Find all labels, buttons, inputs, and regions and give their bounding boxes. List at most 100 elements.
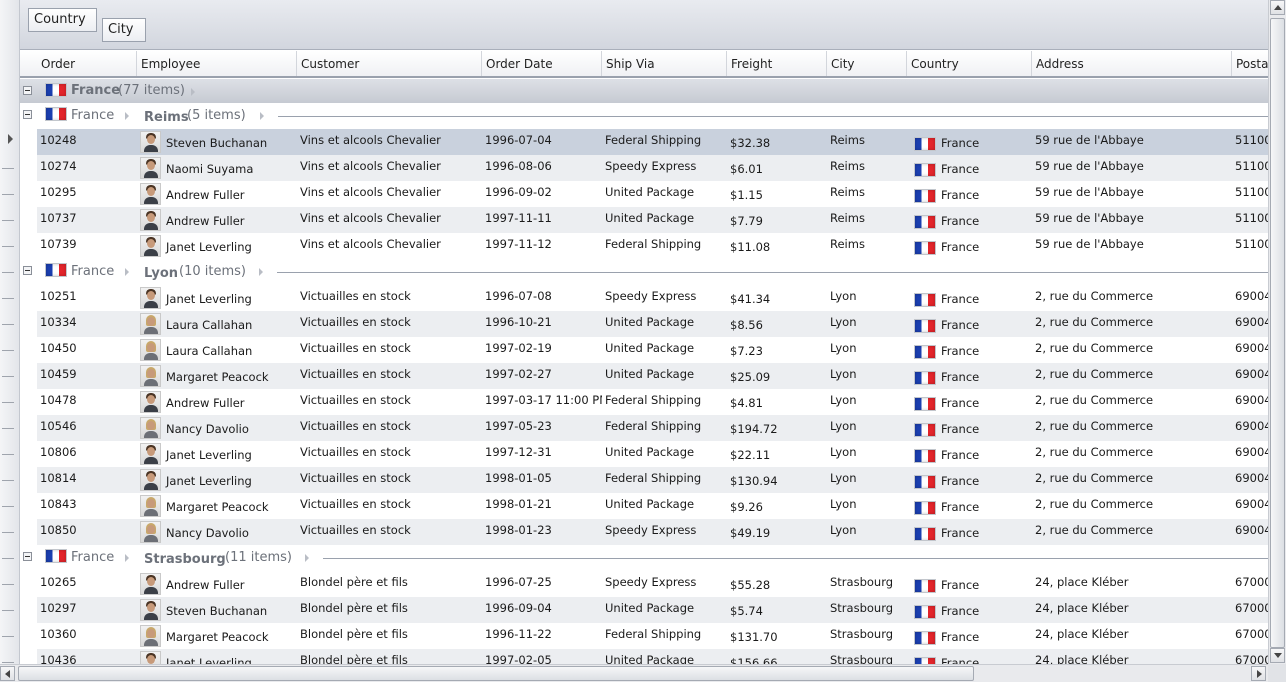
flag-france-icon xyxy=(914,240,936,255)
table-row[interactable]: 10843 Margaret Peacock Victuailles en stoc… xyxy=(20,493,1268,519)
table-row[interactable]: 10360 Margaret Peacock Blondel père et fil… xyxy=(20,623,1268,649)
cell-order: 10295 xyxy=(40,185,77,199)
employee-avatar xyxy=(140,391,161,413)
country-name: France xyxy=(941,214,980,228)
avatar-part xyxy=(144,613,158,620)
cell-ship-via: Federal Shipping xyxy=(605,133,702,147)
cell-ship-via: United Package xyxy=(605,367,695,381)
table-row[interactable]: 10806 Janet Leverling Victuailles en stock… xyxy=(20,441,1268,467)
vertical-scrollbar[interactable] xyxy=(1268,0,1286,664)
table-row[interactable]: 10814 Janet Leverling Victuailles en stock… xyxy=(20,467,1268,493)
scroll-right-button[interactable] xyxy=(1251,666,1266,681)
group-chip-country[interactable]: Country xyxy=(28,8,97,32)
employee-avatar xyxy=(140,131,161,153)
row-indicator-tick xyxy=(2,662,14,663)
cell-country: France xyxy=(907,129,1032,155)
horizontal-scrollbar[interactable] xyxy=(0,664,1268,682)
group-chip-city[interactable]: City xyxy=(102,18,146,42)
collapse-icon[interactable] xyxy=(23,266,32,275)
table-row[interactable]: 10248 Steven Buchanan Vins et alcools Chev… xyxy=(20,129,1268,155)
table-row[interactable]: 10450 Laura Callahan Victuailles en stock 1… xyxy=(20,337,1268,363)
country-name: France xyxy=(941,656,980,664)
group-label: France xyxy=(71,83,121,98)
cell-ship-via: Federal Shipping xyxy=(605,419,702,433)
avatar-part xyxy=(147,447,155,456)
table-row[interactable]: 10274 Naomi Suyama Vins et alcools Chevali… xyxy=(20,155,1268,181)
cell-employee: Janet Leverling xyxy=(137,233,297,259)
cell-postal: 67000 xyxy=(1235,575,1268,589)
header-customer[interactable]: Customer xyxy=(297,51,482,76)
table-row[interactable]: 10295 Andrew Fuller Vins et alcools Cheval… xyxy=(20,181,1268,207)
header-employee[interactable]: Employee xyxy=(137,51,297,76)
cell-address: 59 rue de l'Abbaye xyxy=(1035,159,1144,173)
row-indicator-tick xyxy=(2,584,14,585)
collapse-icon[interactable] xyxy=(23,552,32,561)
cell-country: France xyxy=(907,389,1032,415)
header-order[interactable]: Order xyxy=(37,51,137,76)
collapse-icon[interactable] xyxy=(23,86,32,95)
cell-customer: Victuailles en stock xyxy=(300,315,411,329)
cell-order: 10478 xyxy=(40,393,77,407)
table-row[interactable]: 10478 Andrew Fuller Victuailles en stock 19… xyxy=(20,389,1268,415)
table-row[interactable]: 10459 Margaret Peacock Victuailles en stoc… xyxy=(20,363,1268,389)
cell-ship-via: United Package xyxy=(605,601,695,615)
cell-postal: 67000 xyxy=(1235,627,1268,641)
employee-avatar xyxy=(140,417,161,439)
avatar-part xyxy=(144,249,158,256)
header-city[interactable]: City xyxy=(827,51,907,76)
country-name: France xyxy=(941,318,980,332)
employee-avatar xyxy=(140,365,161,387)
vertical-scroll-thumb[interactable] xyxy=(1270,18,1285,648)
flag-france-icon xyxy=(914,396,936,411)
cell-ship-via: United Package xyxy=(605,211,695,225)
employee-name: Andrew Fuller xyxy=(166,188,245,202)
employee-avatar xyxy=(140,235,161,257)
avatar-part xyxy=(147,473,155,482)
header-freight[interactable]: Freight xyxy=(727,51,827,76)
table-row[interactable]: 10251 Janet Leverling Victuailles en stock… xyxy=(20,285,1268,311)
country-name: France xyxy=(941,500,980,514)
cell-freight: $194.72 xyxy=(730,422,778,436)
collapse-icon[interactable] xyxy=(23,110,32,119)
cell-address: 24, place Kléber xyxy=(1035,575,1129,589)
country-name: France xyxy=(941,578,980,592)
scroll-up-button[interactable] xyxy=(1270,0,1285,15)
scroll-down-button[interactable] xyxy=(1270,648,1285,663)
cell-country: France xyxy=(907,415,1032,441)
cell-order-date: 1997-05-23 xyxy=(485,419,552,433)
table-row[interactable]: 10265 Andrew Fuller Blondel père et fils 19… xyxy=(20,571,1268,597)
cell-freight: $11.08 xyxy=(730,240,771,254)
table-row[interactable]: 10297 Steven Buchanan Blondel père et fils… xyxy=(20,597,1268,623)
row-indicator-tick xyxy=(2,194,14,195)
table-row[interactable]: 10739 Janet Leverling Vins et alcools Chev… xyxy=(20,233,1268,259)
cell-country: France xyxy=(907,181,1032,207)
header-ship-via[interactable]: Ship Via xyxy=(602,51,727,76)
cell-address: 59 rue de l'Abbaye xyxy=(1035,133,1144,147)
table-row[interactable]: 10737 Andrew Fuller Vins et alcools Cheval… xyxy=(20,207,1268,233)
cell-customer: Victuailles en stock xyxy=(300,367,411,381)
cell-postal: 67000 xyxy=(1235,653,1268,664)
chevron-right-icon xyxy=(125,112,129,120)
cell-order-date: 1996-07-08 xyxy=(485,289,552,303)
cell-ship-via: Federal Shipping xyxy=(605,393,702,407)
cell-order: 10546 xyxy=(40,419,77,433)
cell-order: 10360 xyxy=(40,627,77,641)
cell-employee: Andrew Fuller xyxy=(137,181,297,207)
country-name: France xyxy=(941,292,980,306)
flag-france-icon xyxy=(914,604,936,619)
header-order-date[interactable]: Order Date xyxy=(482,51,602,76)
row-indicator-tick xyxy=(2,350,14,351)
avatar-part xyxy=(144,483,158,490)
header-postal[interactable]: Postal xyxy=(1232,51,1268,76)
horizontal-scroll-thumb[interactable] xyxy=(18,666,974,681)
cell-address: 2, rue du Commerce xyxy=(1035,445,1154,459)
row-indicator-tick xyxy=(2,168,14,169)
header-address[interactable]: Address xyxy=(1032,51,1232,76)
table-row[interactable]: 10850 Nancy Davolio Victuailles en stock 19… xyxy=(20,519,1268,545)
scroll-left-button[interactable] xyxy=(0,666,15,681)
header-country[interactable]: Country xyxy=(907,51,1032,76)
table-row[interactable]: 10334 Laura Callahan Victuailles en stock 1… xyxy=(20,311,1268,337)
table-row[interactable]: 10546 Nancy Davolio Victuailles en stock 19… xyxy=(20,415,1268,441)
row-indicator-tick xyxy=(2,610,14,611)
table-row[interactable]: 10436 Janet Leverling Blondel père et fils… xyxy=(20,649,1268,664)
